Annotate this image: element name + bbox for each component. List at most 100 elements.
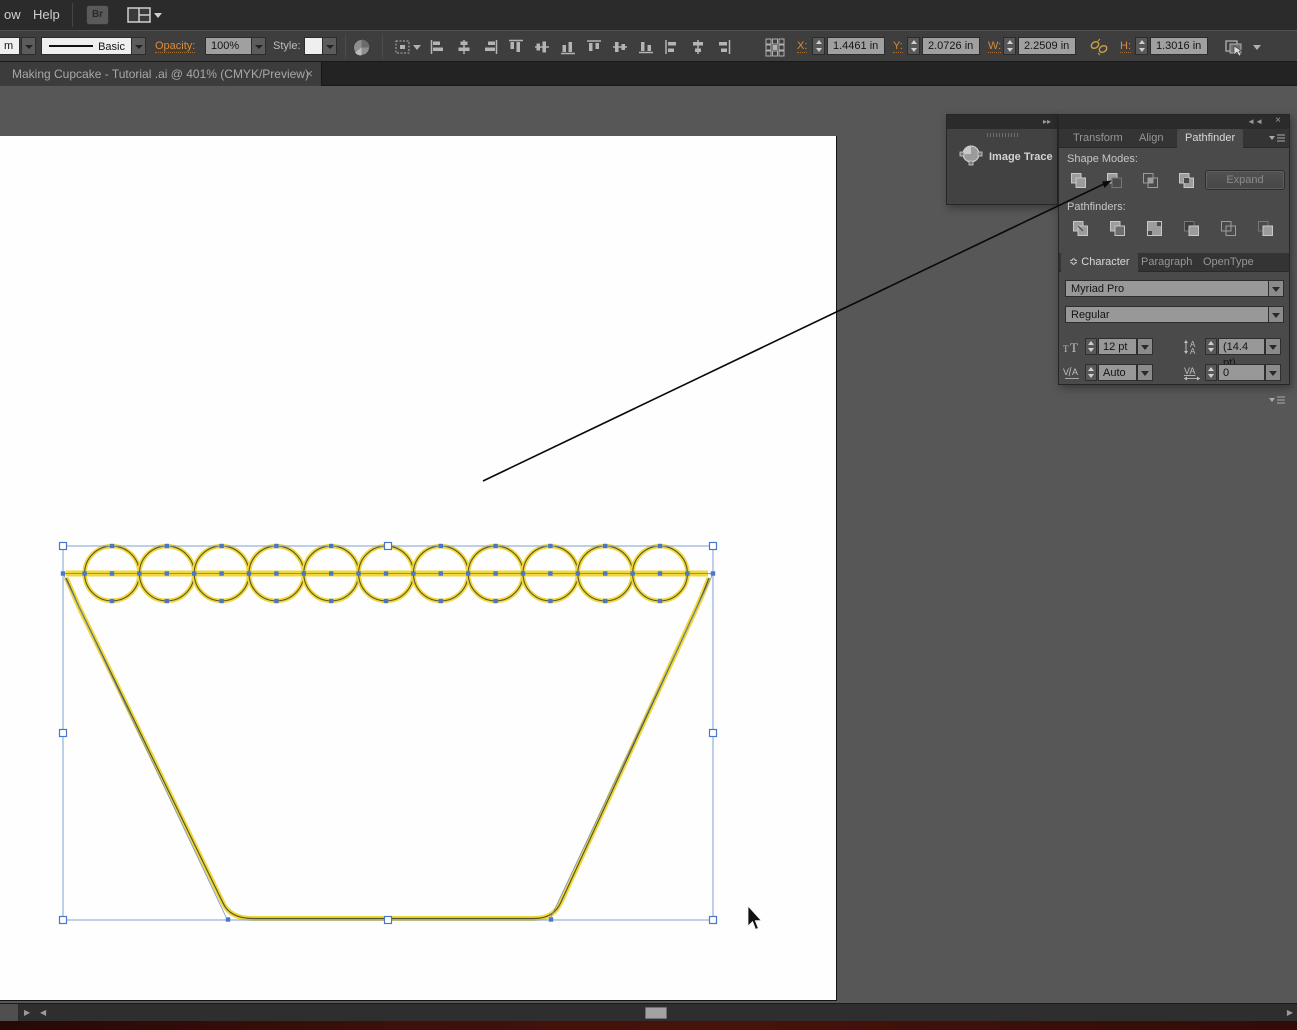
tab-align[interactable]: Align	[1131, 129, 1171, 148]
tracking-field[interactable]: 0	[1218, 364, 1265, 381]
distribute-right-icon[interactable]	[716, 39, 734, 55]
kerning-field[interactable]: Auto	[1098, 364, 1137, 381]
align-bottom-icon[interactable]	[560, 39, 578, 55]
opacity-link[interactable]: Opacity:	[155, 40, 196, 53]
w-stepper[interactable]	[1003, 37, 1016, 55]
outline-button[interactable]	[1219, 217, 1243, 239]
minus-back-button[interactable]	[1256, 217, 1280, 239]
menu-item-window[interactable]: ow	[4, 7, 21, 22]
align-h-center-icon[interactable]	[456, 39, 474, 55]
kerning-icon: V A	[1063, 366, 1079, 379]
y-link[interactable]: Y:	[893, 40, 903, 53]
select-similar-button[interactable]	[1224, 38, 1246, 57]
horizontal-scrollbar[interactable]: ▶ ◀ ▶	[0, 1003, 1297, 1022]
leading-stepper[interactable]	[1205, 338, 1217, 355]
y-stepper[interactable]	[907, 37, 920, 55]
tracking-stepper[interactable]	[1205, 364, 1217, 381]
h-stepper[interactable]	[1135, 37, 1148, 55]
merge-button[interactable]	[1145, 217, 1169, 239]
collapse-to-icons-icon[interactable]: ◄◄	[1247, 117, 1263, 127]
dock-title-strip[interactable]: ◄◄ ×	[1059, 115, 1289, 129]
panel-gripper	[987, 133, 1019, 137]
kerning-dropdown[interactable]	[1137, 364, 1153, 381]
x-field[interactable]: 1.4461 in	[827, 37, 885, 55]
tab-close-icon[interactable]: ×	[305, 62, 313, 86]
x-stepper[interactable]	[812, 37, 825, 55]
close-dock-icon[interactable]: ×	[1275, 116, 1281, 126]
distribute-bottom-icon[interactable]	[638, 39, 656, 55]
panel-title-strip[interactable]: ▸▸	[947, 115, 1057, 129]
brush-definition-field[interactable]: Basic	[41, 37, 132, 55]
shape-modes-label: Shape Modes:	[1067, 153, 1138, 165]
tab-pathfinder[interactable]: Pathfinder	[1177, 129, 1244, 148]
crop-button[interactable]	[1182, 217, 1206, 239]
bridge-button[interactable]: Br	[86, 5, 109, 25]
align-to-selection-button[interactable]	[392, 38, 422, 56]
font-style-dropdown[interactable]	[1268, 306, 1284, 323]
font-size-dropdown[interactable]	[1137, 338, 1153, 355]
font-family-dropdown[interactable]	[1268, 280, 1284, 297]
panel-menu-icon[interactable]	[1269, 395, 1285, 406]
reference-point-locator[interactable]	[765, 38, 785, 57]
tab-paragraph[interactable]: Paragraph	[1133, 253, 1200, 272]
reference-point-icon	[765, 38, 785, 57]
align-left-icon[interactable]	[430, 39, 448, 55]
opacity-field[interactable]: 100%	[205, 37, 252, 55]
align-right-icon[interactable]	[482, 39, 500, 55]
scrollbar-thumb[interactable]	[645, 1007, 667, 1019]
align-v-center-icon[interactable]	[534, 39, 552, 55]
image-trace-panel[interactable]: ▸▸ Image Trace	[946, 114, 1058, 205]
distribute-h-center-icon[interactable]	[690, 39, 708, 55]
stroke-profile-field[interactable]: m	[0, 37, 20, 55]
exclude-button[interactable]	[1177, 169, 1201, 191]
y-field[interactable]: 2.0726 in	[922, 37, 980, 55]
style-dropdown[interactable]	[322, 37, 337, 55]
brush-dropdown[interactable]	[131, 37, 146, 55]
distribute-top-icon[interactable]	[586, 39, 604, 55]
divide-button[interactable]	[1071, 217, 1095, 239]
intersect-button[interactable]	[1141, 169, 1165, 191]
w-link[interactable]: W:	[988, 40, 1002, 53]
scroll-left-icon[interactable]: ◀	[40, 1008, 46, 1018]
h-link[interactable]: H:	[1120, 40, 1131, 53]
panel-menu-icon[interactable]	[1269, 133, 1285, 144]
stroke-profile-dropdown[interactable]	[21, 37, 36, 55]
recolor-artwork-button[interactable]	[352, 38, 371, 57]
font-style-field[interactable]: Regular	[1065, 306, 1269, 323]
opacity-dropdown[interactable]	[251, 37, 266, 55]
expand-button[interactable]: Expand	[1205, 170, 1285, 190]
unite-button[interactable]	[1069, 169, 1093, 191]
kerning-stepper[interactable]	[1085, 364, 1097, 381]
leading-field[interactable]: (14.4 pt)	[1218, 338, 1265, 369]
trim-button[interactable]	[1108, 217, 1132, 239]
distribute-v-center-icon[interactable]	[612, 39, 630, 55]
distribute-left-icon[interactable]	[664, 39, 682, 55]
collapse-panel-icon[interactable]: ▸▸	[1043, 117, 1051, 127]
font-size-field[interactable]: 12 pt	[1098, 338, 1137, 355]
separator	[382, 35, 383, 59]
select-similar-dropdown[interactable]	[1252, 44, 1262, 51]
artboard[interactable]	[0, 136, 837, 1001]
align-to-icon	[395, 40, 421, 54]
tab-character[interactable]: ≎ Character	[1061, 253, 1138, 272]
status-expand-icon[interactable]: ▶	[24, 1008, 30, 1018]
scroll-right-icon[interactable]: ▶	[1287, 1008, 1293, 1018]
leading-dropdown[interactable]	[1265, 338, 1281, 355]
arrange-documents-button[interactable]	[127, 6, 163, 24]
tab-opentype[interactable]: OpenType	[1195, 253, 1262, 272]
x-link[interactable]: X:	[797, 40, 808, 53]
menu-item-help[interactable]: Help	[33, 7, 60, 22]
image-trace-icon	[959, 145, 983, 166]
brush-name: Basic	[98, 41, 125, 53]
align-top-icon[interactable]	[508, 39, 526, 55]
style-swatch[interactable]	[304, 37, 323, 55]
tracking-dropdown[interactable]	[1265, 364, 1281, 381]
document-tab[interactable]: Making Cupcake - Tutorial .ai @ 401% (CM…	[0, 62, 322, 86]
constrain-proportions-button[interactable]	[1088, 38, 1110, 56]
font-size-stepper[interactable]	[1085, 338, 1097, 355]
tab-transform[interactable]: Transform	[1065, 129, 1131, 148]
w-field[interactable]: 2.2509 in	[1018, 37, 1076, 55]
h-field[interactable]: 1.3016 in	[1150, 37, 1208, 55]
minus-front-button[interactable]	[1105, 169, 1129, 191]
font-family-field[interactable]: Myriad Pro	[1065, 280, 1269, 297]
